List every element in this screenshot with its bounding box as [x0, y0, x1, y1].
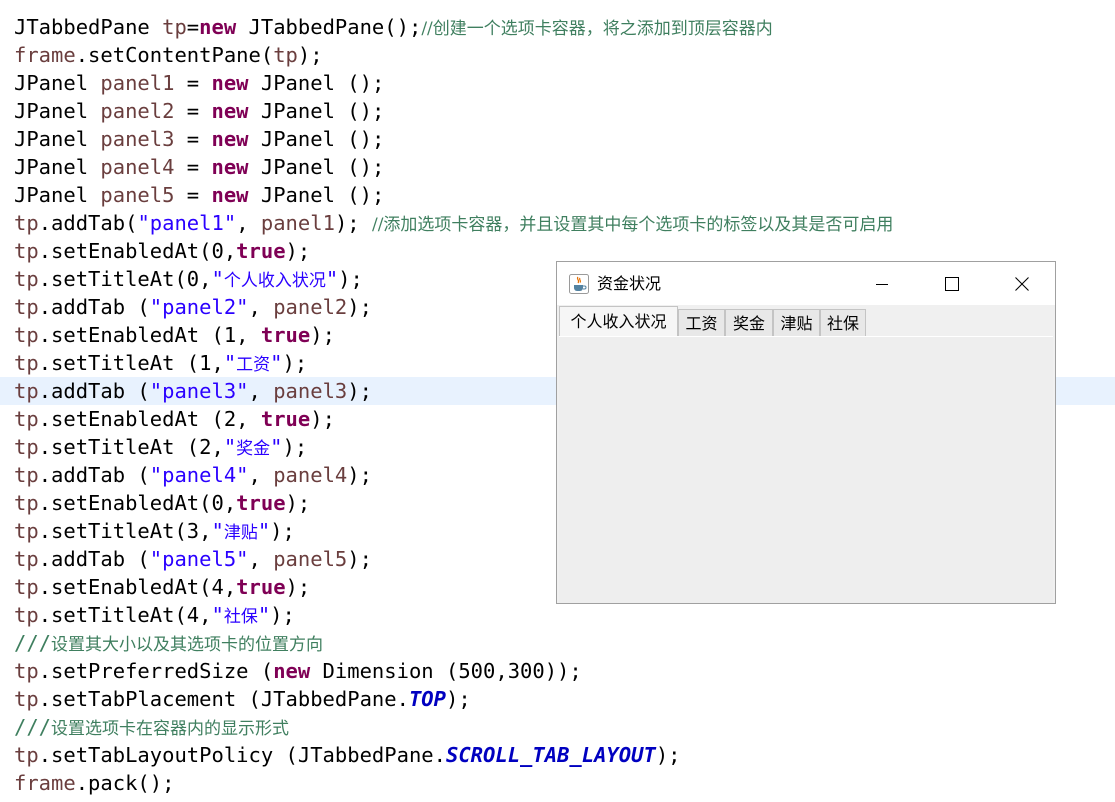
- code-line[interactable]: JPanel panel2 = new JPanel ();: [0, 97, 1115, 125]
- code-line[interactable]: frame.pack();: [0, 769, 1115, 797]
- maximize-icon: [945, 276, 959, 291]
- tab-personal-income[interactable]: 个人收入状况: [559, 306, 678, 336]
- code-line[interactable]: JTabbedPane tp=new JTabbedPane();//创建一个选…: [0, 13, 1115, 41]
- tab-allowance[interactable]: 津贴: [773, 309, 820, 336]
- code-line[interactable]: JPanel panel4 = new JPanel ();: [0, 153, 1115, 181]
- code-line[interactable]: JPanel panel1 = new JPanel ();: [0, 69, 1115, 97]
- code-line[interactable]: tp.setTitleAt(4,"社保");: [0, 601, 1115, 629]
- code-line[interactable]: ///设置选项卡在容器内的显示形式: [0, 713, 1115, 741]
- minimize-icon: [876, 283, 888, 285]
- code-line[interactable]: tp.setPreferredSize (new Dimension (500,…: [0, 657, 1115, 685]
- tab-bonus[interactable]: 奖金: [725, 309, 773, 336]
- code-line[interactable]: JPanel panel5 = new JPanel ();: [0, 181, 1115, 209]
- tab-content-panel: [559, 336, 1053, 603]
- window-title: 资金状况: [597, 274, 662, 293]
- tab-salary[interactable]: 工资: [678, 309, 725, 336]
- close-icon: [1015, 276, 1029, 291]
- code-line[interactable]: tp.addTab("panel1", panel1); //添加选项卡容器，并…: [0, 209, 1115, 237]
- code-line[interactable]: tp.setTabPlacement (JTabbedPane.TOP);: [0, 685, 1115, 713]
- code-line[interactable]: ///设置其大小以及其选项卡的位置方向: [0, 629, 1115, 657]
- code-line[interactable]: JPanel panel3 = new JPanel ();: [0, 125, 1115, 153]
- tab-social-security[interactable]: 社保: [820, 309, 866, 336]
- funds-status-window[interactable]: 资金状况 个人收入状况 工资 奖金 津贴 社保: [556, 261, 1056, 604]
- minimize-button[interactable]: [859, 262, 905, 305]
- code-line[interactable]: tp.setTabLayoutPolicy (JTabbedPane.SCROL…: [0, 741, 1115, 769]
- window-titlebar[interactable]: 资金状况: [557, 262, 1055, 305]
- tab-strip: 个人收入状况 工资 奖金 津贴 社保: [557, 306, 1055, 336]
- code-line[interactable]: frame.setContentPane(tp);: [0, 41, 1115, 69]
- close-button[interactable]: [999, 262, 1045, 305]
- maximize-button[interactable]: [929, 262, 975, 305]
- java-icon: [569, 274, 589, 294]
